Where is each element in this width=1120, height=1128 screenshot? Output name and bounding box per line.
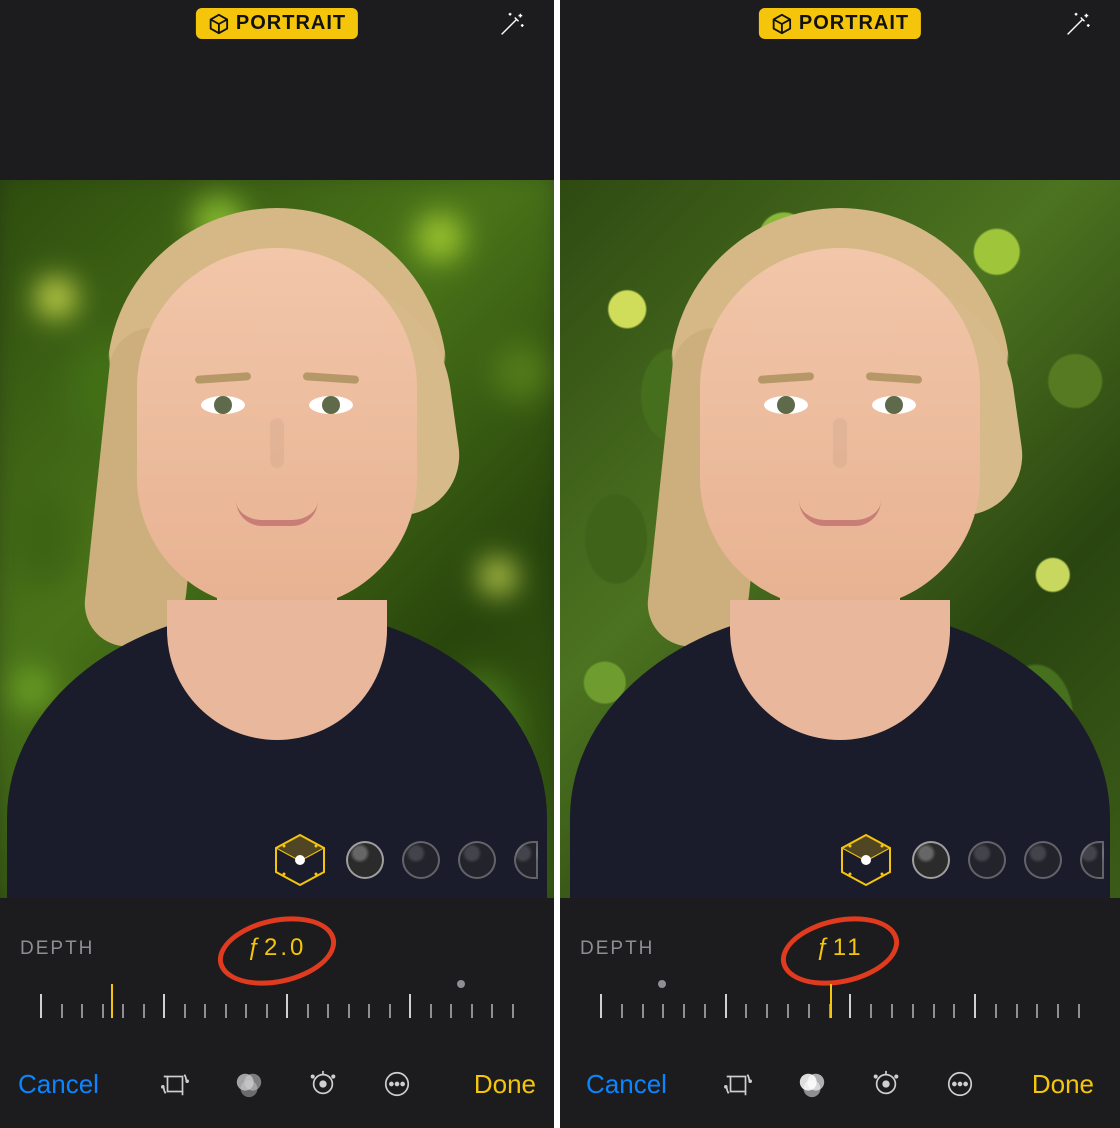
lighting-natural-selected[interactable] (272, 832, 328, 888)
tool-tabs (721, 1067, 977, 1101)
adjust-tool-button[interactable] (306, 1067, 340, 1101)
lighting-option-contour[interactable] (968, 841, 1006, 879)
more-icon (382, 1069, 412, 1099)
bottom-toolbar: Cancel Done (0, 1040, 554, 1128)
lighting-option-stage[interactable] (1024, 841, 1062, 879)
depth-control: DEPTH ƒ11 (560, 904, 1120, 1024)
more-icon (945, 1069, 975, 1099)
hex-cube-icon (838, 832, 894, 888)
lighting-effects-picker[interactable] (838, 832, 1104, 888)
depth-control: DEPTH ƒ2.0 (0, 904, 554, 1024)
photo-preview[interactable] (560, 180, 1120, 898)
filters-icon (797, 1069, 827, 1099)
adjust-tool-button[interactable] (869, 1067, 903, 1101)
depth-default-marker (658, 980, 666, 988)
adjust-dial-icon (308, 1069, 338, 1099)
cube-icon (208, 13, 230, 35)
top-bar: PORTRAIT (560, 0, 1120, 180)
lighting-option-stage-mono[interactable] (1080, 841, 1104, 879)
lighting-option-stage[interactable] (458, 841, 496, 879)
crop-rotate-icon (160, 1069, 190, 1099)
lighting-effects-picker[interactable] (272, 832, 538, 888)
editor-pane-left: PORTRAIT (0, 0, 560, 1128)
portrait-mode-label: PORTRAIT (236, 12, 346, 35)
filters-tool-button[interactable] (232, 1067, 266, 1101)
bottom-toolbar: Cancel Done (560, 1040, 1120, 1128)
hex-cube-icon (272, 832, 328, 888)
lighting-option-contour[interactable] (402, 841, 440, 879)
done-button[interactable]: Done (474, 1069, 536, 1100)
lighting-option-studio[interactable] (912, 841, 950, 879)
done-button[interactable]: Done (1032, 1069, 1094, 1100)
more-tool-button[interactable] (380, 1067, 414, 1101)
lighting-option-stage-mono[interactable] (514, 841, 538, 879)
lighting-natural-selected[interactable] (838, 832, 894, 888)
crop-tool-button[interactable] (158, 1067, 192, 1101)
auto-enhance-button[interactable] (496, 10, 526, 40)
depth-slider[interactable] (600, 978, 1080, 1018)
cancel-button[interactable]: Cancel (18, 1069, 99, 1100)
portrait-mode-label: PORTRAIT (799, 12, 909, 35)
auto-enhance-button[interactable] (1062, 10, 1092, 40)
portrait-mode-badge[interactable]: PORTRAIT (759, 8, 921, 39)
depth-cursor[interactable] (830, 984, 832, 1018)
editor-pane-right: PORTRAIT (560, 0, 1120, 1128)
aperture-value: ƒ11 (816, 934, 863, 962)
photo-preview[interactable] (0, 180, 554, 898)
filters-tool-button[interactable] (795, 1067, 829, 1101)
crop-tool-button[interactable] (721, 1067, 755, 1101)
crop-rotate-icon (723, 1069, 753, 1099)
aperture-value: ƒ2.0 (248, 934, 307, 962)
magic-wand-icon (496, 10, 526, 40)
depth-label: DEPTH (580, 938, 654, 960)
depth-cursor[interactable] (111, 984, 113, 1018)
top-bar: PORTRAIT (0, 0, 554, 180)
comparison-stage: PORTRAIT (0, 0, 1120, 1128)
filters-icon (234, 1069, 264, 1099)
adjust-dial-icon (871, 1069, 901, 1099)
lighting-option-studio[interactable] (346, 841, 384, 879)
cancel-button[interactable]: Cancel (586, 1069, 667, 1100)
depth-slider[interactable] (40, 978, 514, 1018)
magic-wand-icon (1062, 10, 1092, 40)
depth-default-marker (457, 980, 465, 988)
portrait-mode-badge[interactable]: PORTRAIT (196, 8, 358, 39)
cube-icon (771, 13, 793, 35)
depth-label: DEPTH (20, 938, 94, 960)
tool-tabs (158, 1067, 414, 1101)
depth-ticks (600, 992, 1080, 1018)
more-tool-button[interactable] (943, 1067, 977, 1101)
